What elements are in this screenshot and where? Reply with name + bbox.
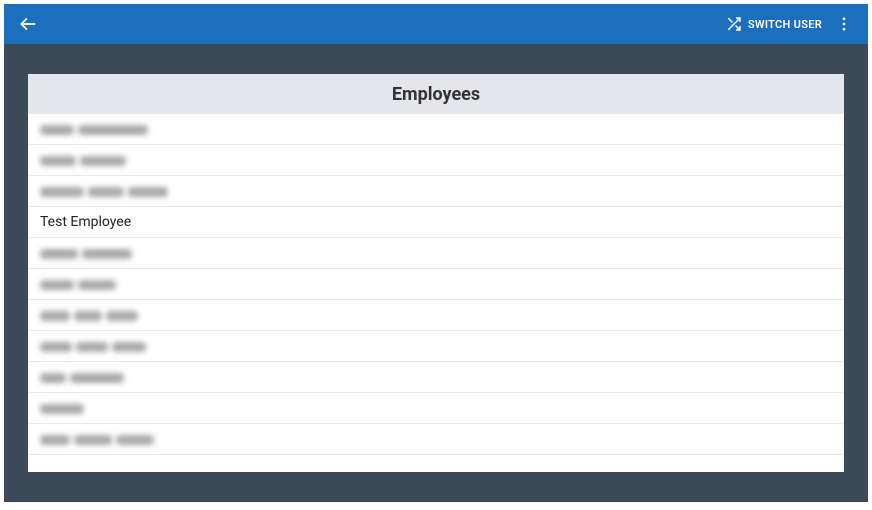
arrow-left-icon: [18, 14, 38, 34]
switch-user-button[interactable]: SWITCH USER: [726, 16, 822, 32]
employee-row[interactable]: [28, 300, 844, 331]
more-vertical-icon: [835, 15, 853, 33]
employee-name-blurred: [40, 399, 88, 418]
employee-row[interactable]: [28, 424, 844, 455]
employee-list: Test Employee: [28, 114, 844, 472]
employee-name-blurred: [40, 275, 120, 294]
card-title: Employees: [28, 74, 844, 114]
shuffle-icon: [726, 16, 742, 32]
employee-name-blurred: [40, 182, 172, 201]
overflow-menu-button[interactable]: [832, 12, 856, 36]
employee-row[interactable]: [28, 269, 844, 300]
employee-row[interactable]: [28, 238, 844, 269]
top-toolbar: SWITCH USER: [4, 4, 868, 44]
employee-name-blurred: [40, 337, 150, 356]
employee-row[interactable]: [28, 114, 844, 145]
employee-name-blurred: [40, 430, 158, 449]
employee-name-blurred: [40, 306, 142, 325]
employee-name-blurred: [40, 244, 136, 263]
back-button[interactable]: [16, 12, 40, 36]
employees-card: Employees Test Employee: [28, 74, 844, 472]
employee-name-blurred: [40, 368, 128, 387]
employee-row[interactable]: [28, 176, 844, 207]
employee-row[interactable]: [28, 145, 844, 176]
employee-row[interactable]: [28, 393, 844, 424]
employee-row[interactable]: [28, 331, 844, 362]
content-area: Employees Test Employee: [4, 44, 868, 502]
employee-name-blurred: [40, 120, 152, 139]
app-frame: SWITCH USER Employees Test Employee: [4, 4, 868, 502]
employee-name: Test Employee: [40, 214, 131, 230]
employee-name-blurred: [40, 151, 130, 170]
employee-row[interactable]: Test Employee: [28, 207, 844, 238]
employee-row[interactable]: [28, 362, 844, 393]
switch-user-label: SWITCH USER: [748, 18, 822, 31]
